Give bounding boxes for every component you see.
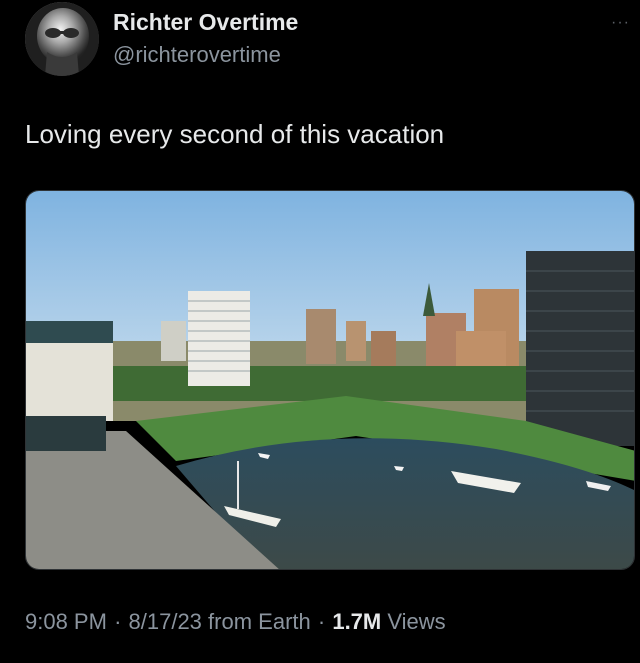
tweet-text: Loving every second of this vacation: [25, 119, 445, 149]
tweet-date[interactable]: 8/17/23: [129, 609, 202, 634]
tweet-time[interactable]: 9:08 PM: [25, 609, 107, 634]
more-options-icon[interactable]: ···: [611, 14, 630, 32]
tweet-meta: 9:08 PM · 8/17/23 from Earth · 1.7M View…: [25, 609, 446, 635]
views-count[interactable]: 1.7M: [332, 609, 381, 634]
bald-man-avatar-icon: [25, 2, 99, 76]
tweet-source: from Earth: [208, 609, 311, 634]
meta-separator: ·: [317, 609, 326, 634]
waterfront-city-image: [26, 191, 634, 569]
tweet-photo[interactable]: [25, 190, 635, 570]
author-display-name[interactable]: Richter Overtime: [113, 9, 298, 36]
author-handle[interactable]: @richterovertime: [113, 42, 281, 68]
views-label: Views: [387, 609, 446, 634]
author-avatar[interactable]: [25, 2, 99, 76]
tweet: Richter Overtime @richterovertime ··· Lo…: [0, 0, 640, 663]
meta-separator: ·: [114, 609, 122, 634]
